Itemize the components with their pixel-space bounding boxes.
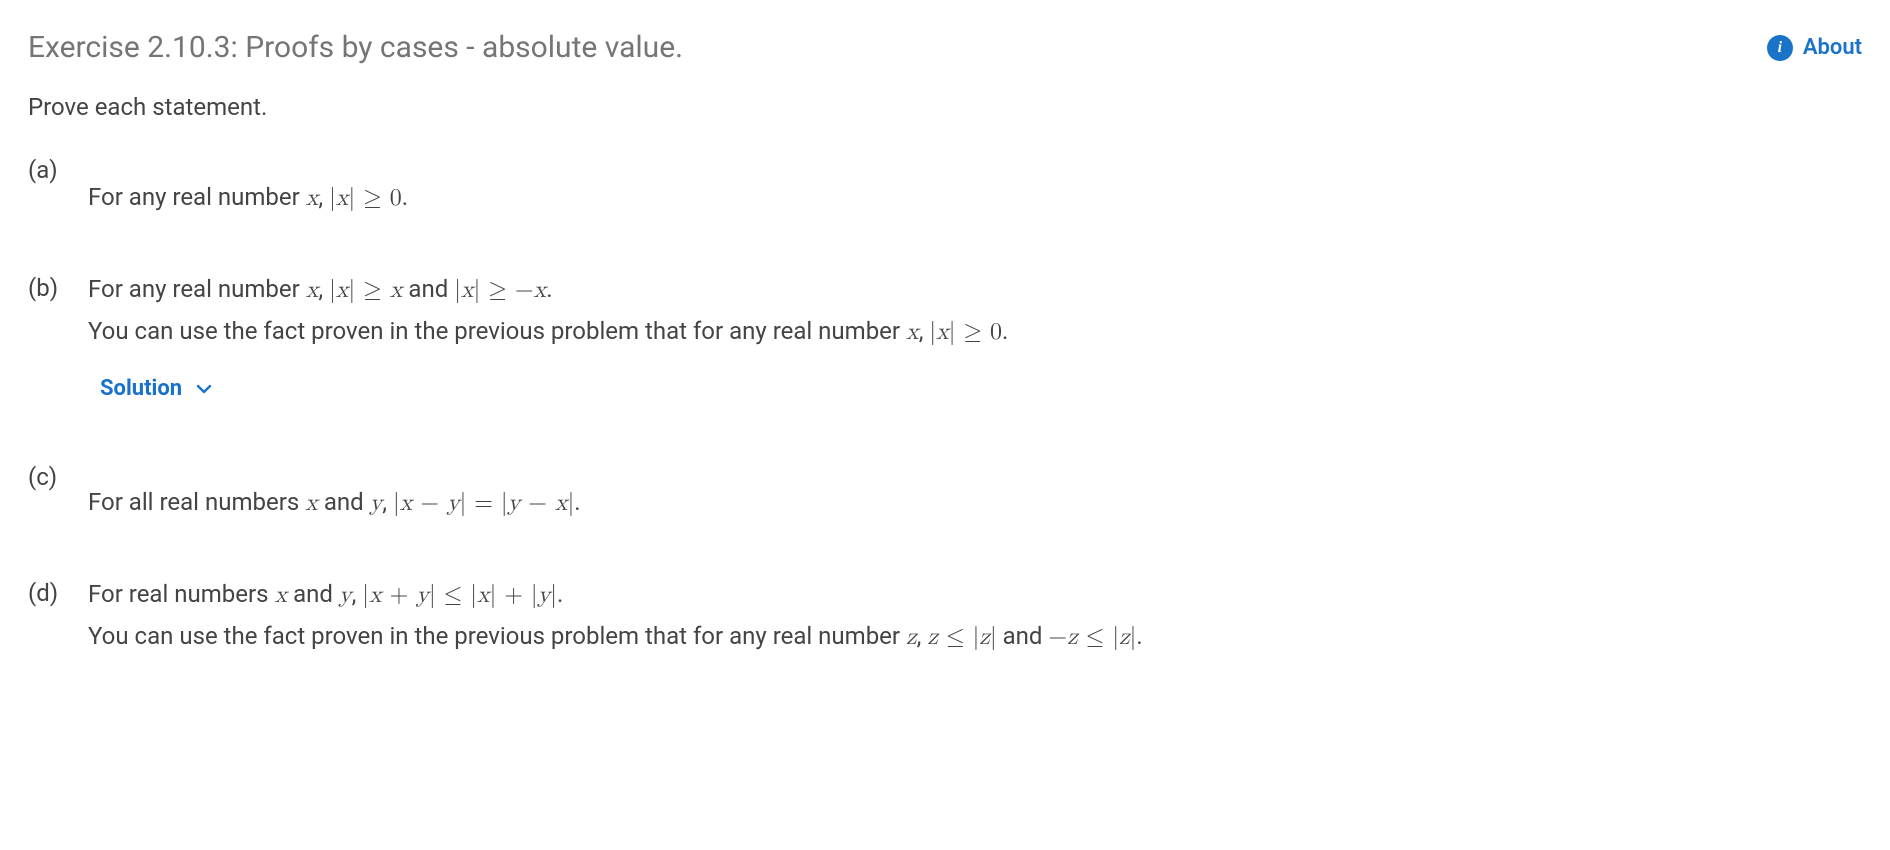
text: and: [318, 488, 370, 516]
text: For all real numbers: [88, 488, 305, 516]
instruction-text: Prove each statement.: [28, 93, 1862, 121]
text: ,: [382, 488, 393, 516]
text: You can use the fact proven in the previ…: [88, 622, 906, 650]
text: .: [1002, 317, 1008, 345]
math-expr: |x + y| ≤ |x| + |y|: [362, 583, 557, 607]
math-var: x: [906, 320, 919, 344]
text: and: [997, 622, 1049, 650]
math-var: x: [306, 186, 319, 210]
problem-list: (a) For any real number x, |x| ≥ 0. (b) …: [28, 151, 1862, 658]
text: ,: [318, 183, 329, 211]
problem-body: For any real number x, |x| ≥ 0.: [88, 151, 1862, 219]
text: ,: [919, 317, 930, 345]
math-var: x: [306, 278, 319, 302]
solution-label: Solution: [100, 370, 182, 407]
solution-toggle[interactable]: Solution: [88, 370, 212, 407]
line: For real numbers x and y, |x + y| ≤ |x| …: [88, 574, 1862, 616]
text: and: [402, 275, 454, 303]
problem-c: (c) For all real numbers x and y, |x − y…: [28, 458, 1862, 524]
text: For any real number: [88, 275, 306, 303]
problem-body: For all real numbers x and y, |x − y| = …: [88, 458, 1862, 524]
problem-body: For real numbers x and y, |x + y| ≤ |x| …: [88, 574, 1862, 658]
text: ,: [318, 275, 329, 303]
text: and: [287, 580, 339, 608]
about-label: About: [1803, 35, 1862, 60]
problem-label: (c): [28, 458, 88, 496]
math-expr: |x − y| = |y − x|: [393, 491, 574, 515]
text: .: [1136, 622, 1142, 650]
text: ,: [352, 580, 363, 608]
math-expr: |x| ≥ x: [329, 278, 402, 302]
line: For any real number x, |x| ≥ x and |x| ≥…: [88, 269, 1862, 311]
line: You can use the fact proven in the previ…: [88, 311, 1862, 353]
math-expr: |x| ≥ −x: [454, 278, 546, 302]
math-var: x: [274, 583, 287, 607]
math-var: y: [339, 583, 352, 607]
text: .: [402, 183, 408, 211]
problem-label: (a): [28, 151, 88, 189]
exercise-title: Exercise 2.10.3: Proofs by cases - absol…: [28, 30, 683, 65]
text: .: [546, 275, 552, 303]
info-icon: i: [1767, 35, 1793, 61]
about-button[interactable]: i About: [1767, 35, 1862, 61]
problem-label: (b): [28, 269, 88, 307]
problem-body: For any real number x, |x| ≥ x and |x| ≥…: [88, 269, 1862, 408]
chevron-down-icon: [196, 381, 212, 397]
math-var: y: [370, 491, 383, 515]
problem-a: (a) For any real number x, |x| ≥ 0.: [28, 151, 1862, 219]
text: For any real number: [88, 183, 306, 211]
text: ,: [917, 622, 928, 650]
math-expr: |x| ≥ 0: [929, 320, 1002, 344]
problem-label: (d): [28, 574, 88, 612]
exercise-header: Exercise 2.10.3: Proofs by cases - absol…: [28, 30, 1862, 65]
math-expr: −z ≤ |z|: [1048, 625, 1136, 649]
math-var: z: [906, 625, 917, 649]
problem-d: (d) For real numbers x and y, |x + y| ≤ …: [28, 574, 1862, 658]
math-var: x: [305, 491, 318, 515]
line: You can use the fact proven in the previ…: [88, 616, 1862, 658]
text: For real numbers: [88, 580, 274, 608]
text: You can use the fact proven in the previ…: [88, 317, 906, 345]
math-expr: |x| ≥ 0: [329, 186, 402, 210]
math-expr: z ≤ |z|: [927, 625, 996, 649]
text: .: [557, 580, 563, 608]
text: .: [574, 488, 580, 516]
problem-b: (b) For any real number x, |x| ≥ x and |…: [28, 269, 1862, 408]
